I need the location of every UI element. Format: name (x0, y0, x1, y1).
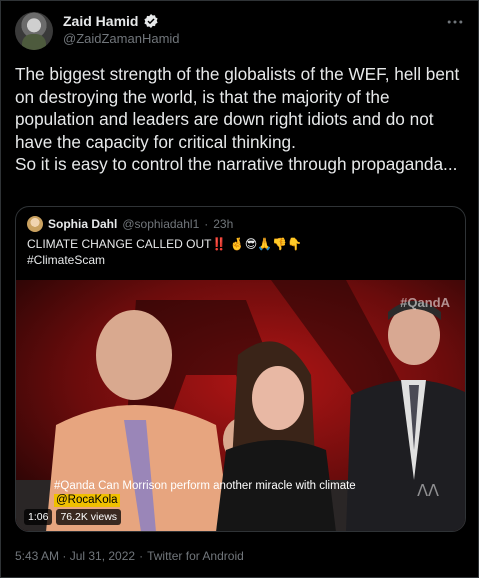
quoted-handle: @sophiadahl1 (122, 217, 200, 231)
tweet-text: The biggest strength of the globalists o… (15, 64, 460, 174)
quoted-display-name: Sophia Dahl (48, 217, 118, 231)
tweet-footer: 5:43 AM · Jul 31, 2022 · Twitter for And… (15, 549, 244, 563)
quoted-time: 23h (213, 217, 234, 231)
author-display-name[interactable]: Zaid Hamid (63, 13, 138, 29)
quoted-tweet-text: CLIMATE CHANGE CALLED OUT‼️ 🤞😎🙏👎👇 #Clima… (27, 236, 302, 268)
quoted-tweet-header: Sophia Dahl @sophiadahl1 · 23h (27, 216, 233, 232)
avatar[interactable] (15, 12, 53, 50)
video-caption: #Qanda Can Morrison perform another mira… (54, 480, 356, 507)
caption-line-2: @RocaKola (54, 494, 120, 507)
tweet-header: Zaid Hamid @ZaidZamanHamid (15, 11, 466, 51)
verified-badge-icon (143, 13, 159, 29)
tweet-timestamp[interactable]: 5:43 AM · Jul 31, 2022 (15, 549, 135, 563)
video-views: 76.2K views (56, 509, 122, 525)
tweet-card[interactable]: Zaid Hamid @ZaidZamanHamid The biggest s… (0, 0, 479, 578)
qanda-watermark: #QandA (400, 295, 450, 310)
caption-line-1: #Qanda Can Morrison perform another mira… (54, 480, 356, 492)
quoted-avatar (27, 216, 43, 232)
quoted-text-line-1: CLIMATE CHANGE CALLED OUT‼️ 🤞😎🙏👎👇 (27, 237, 303, 251)
quoted-tweet[interactable]: Sophia Dahl @sophiadahl1 · 23h CLIMATE C… (15, 206, 466, 532)
more-options-icon[interactable] (444, 11, 466, 33)
video-badges: 1:06 76.2K views (24, 509, 122, 525)
quoted-hashtag[interactable]: #ClimateScam (27, 252, 302, 268)
video-player[interactable]: #QandA #Qanda Can Morrison perform anoth… (16, 280, 465, 531)
footer-separator: · (139, 549, 144, 563)
abc-logo-icon: ᐱᐱ (417, 483, 439, 500)
tweet-source[interactable]: Twitter for Android (147, 549, 244, 563)
quoted-separator: · (204, 217, 209, 231)
author-handle[interactable]: @ZaidZamanHamid (63, 31, 180, 46)
author-name-row: Zaid Hamid (63, 13, 159, 29)
video-duration: 1:06 (24, 509, 53, 525)
